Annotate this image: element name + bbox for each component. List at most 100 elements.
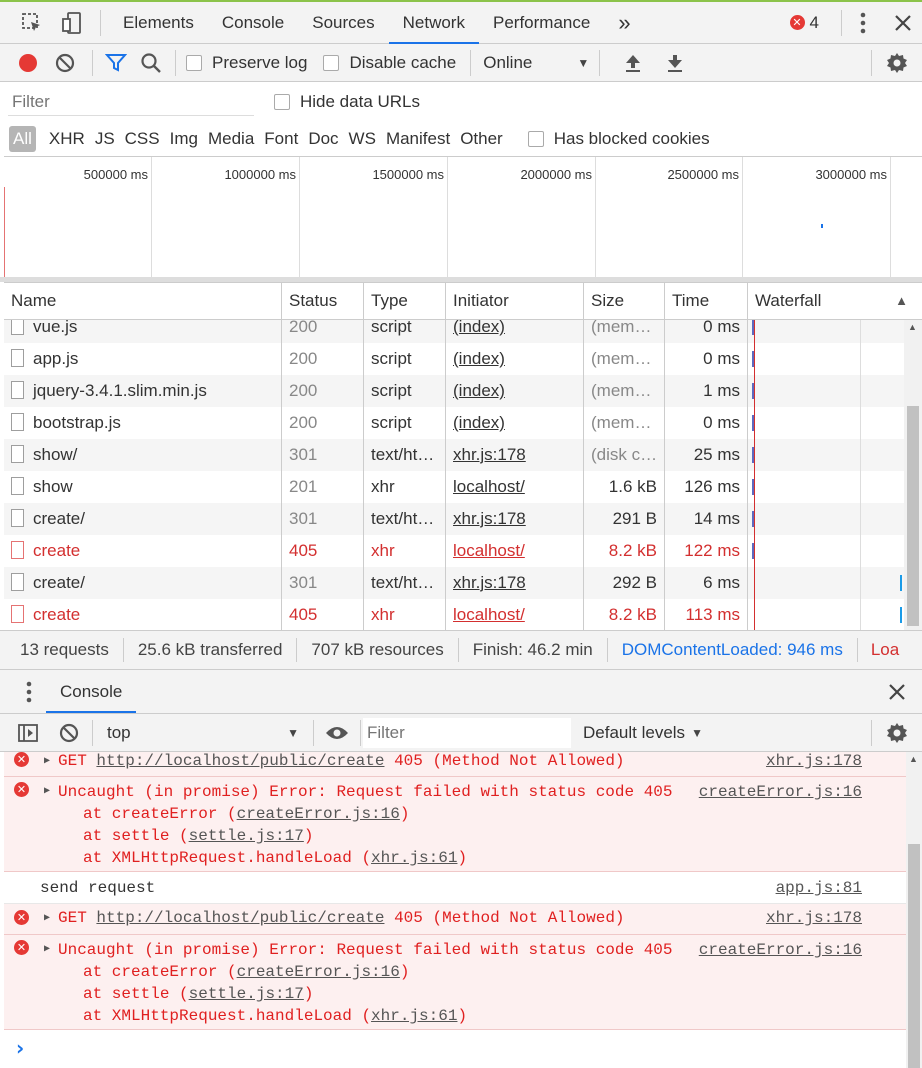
clear-icon[interactable] bbox=[44, 52, 86, 74]
cell-name[interactable]: bootstrap.js bbox=[4, 407, 282, 439]
cell-name[interactable]: app.js bbox=[4, 343, 282, 375]
throttle-select[interactable]: Online ▼ bbox=[471, 53, 589, 73]
column-header-status[interactable]: Status bbox=[282, 283, 364, 319]
stack-link[interactable]: xhr.js:61 bbox=[371, 849, 457, 867]
scrollbar-thumb[interactable] bbox=[908, 844, 920, 1068]
network-settings-gear-icon[interactable] bbox=[872, 52, 922, 74]
cell-initiator[interactable]: xhr.js:178 bbox=[446, 439, 584, 471]
error-count-badge[interactable]: ✕ 4 bbox=[789, 13, 819, 33]
cell-name[interactable]: show bbox=[4, 471, 282, 503]
type-filter-xhr[interactable]: XHR bbox=[44, 129, 90, 149]
type-filter-doc[interactable]: Doc bbox=[303, 129, 343, 149]
close-drawer-icon[interactable] bbox=[878, 683, 916, 701]
context-select[interactable]: top ▼ bbox=[93, 723, 313, 743]
log-levels-select[interactable]: Default levels ▼ bbox=[583, 723, 703, 743]
cell-name[interactable]: create bbox=[4, 599, 282, 630]
cell-name[interactable]: create/ bbox=[4, 503, 282, 535]
source-link[interactable]: xhr.js:178 bbox=[766, 752, 862, 772]
live-expression-eye-icon[interactable] bbox=[314, 725, 360, 741]
device-toggle-icon[interactable] bbox=[52, 11, 92, 35]
console-error-get-1[interactable]: ✕ ▶ GET http://localhost/public/create 4… bbox=[4, 752, 906, 777]
cell-initiator[interactable]: (index) bbox=[446, 343, 584, 375]
console-error-promise-2[interactable]: ✕ ▶ Uncaught (in promise) Error: Request… bbox=[4, 935, 906, 1030]
column-header-name[interactable]: Name bbox=[4, 283, 282, 319]
column-header-initiator[interactable]: Initiator bbox=[446, 283, 584, 319]
request-url-link[interactable]: http://localhost/public/create bbox=[96, 909, 384, 927]
scroll-up-icon[interactable]: ▲ bbox=[908, 322, 917, 332]
tab-performance[interactable]: Performance bbox=[479, 2, 604, 44]
type-filter-font[interactable]: Font bbox=[259, 129, 303, 149]
scroll-up-icon[interactable]: ▲ bbox=[909, 754, 918, 764]
drawer-tab-console[interactable]: Console bbox=[46, 671, 137, 713]
stack-link[interactable]: createError.js:16 bbox=[237, 805, 400, 823]
source-link[interactable]: xhr.js:178 bbox=[766, 904, 862, 932]
table-row[interactable]: create 405 xhr localhost/8.2 kB 113 ms bbox=[4, 599, 904, 630]
stack-link[interactable]: xhr.js:61 bbox=[371, 1007, 457, 1025]
type-filter-css[interactable]: CSS bbox=[120, 129, 165, 149]
hide-data-urls-checkbox[interactable] bbox=[274, 94, 290, 110]
inspect-element-icon[interactable] bbox=[12, 12, 52, 34]
more-tabs-button[interactable]: » bbox=[604, 2, 644, 44]
disable-cache-checkbox[interactable] bbox=[323, 54, 340, 71]
console-filter-input[interactable] bbox=[363, 717, 571, 748]
scrollbar-thumb[interactable] bbox=[907, 406, 919, 626]
has-blocked-cookies-checkbox[interactable] bbox=[527, 131, 544, 147]
table-row[interactable]: create/301 text/ht… xhr.js:178 292 B6 ms bbox=[4, 567, 904, 599]
tab-console[interactable]: Console bbox=[208, 2, 298, 44]
column-header-time[interactable]: Time bbox=[665, 283, 748, 319]
tab-network[interactable]: Network bbox=[388, 2, 479, 44]
type-filter-manifest[interactable]: Manifest bbox=[381, 129, 455, 149]
cell-name[interactable]: jquery-3.4.1.slim.min.js bbox=[4, 375, 282, 407]
table-row[interactable]: jquery-3.4.1.slim.min.js 200 script (index)… bbox=[4, 375, 904, 407]
kebab-menu-icon[interactable] bbox=[842, 12, 884, 34]
overview-timeline[interactable]: 500000 ms 1000000 ms 1500000 ms 2000000 … bbox=[4, 156, 922, 279]
table-row[interactable]: app.js 200 script (index) (mem… 0 ms bbox=[4, 343, 904, 375]
source-link[interactable]: createError.js:16 bbox=[699, 939, 862, 961]
console-scrollbar[interactable]: ▲ bbox=[906, 752, 922, 1068]
cell-name[interactable]: create bbox=[4, 535, 282, 567]
type-filter-ws[interactable]: WS bbox=[344, 129, 381, 149]
drawer-menu-icon[interactable] bbox=[12, 681, 46, 703]
source-link[interactable]: createError.js:16 bbox=[699, 781, 862, 803]
filter-icon[interactable] bbox=[99, 53, 133, 73]
cell-name[interactable]: create/ bbox=[4, 567, 282, 599]
source-link[interactable]: app.js:81 bbox=[776, 872, 862, 904]
cell-initiator[interactable]: (index) bbox=[446, 320, 584, 343]
tab-elements[interactable]: Elements bbox=[109, 2, 208, 44]
cell-initiator[interactable]: xhr.js:178 bbox=[446, 567, 584, 599]
console-sidebar-toggle-icon[interactable] bbox=[10, 723, 46, 743]
filter-input[interactable] bbox=[8, 88, 254, 116]
import-har-icon[interactable] bbox=[612, 53, 654, 73]
cell-initiator[interactable]: localhost/ bbox=[446, 535, 584, 567]
console-log-message[interactable]: send request app.js:81 bbox=[4, 872, 906, 904]
request-url-link[interactable]: http://localhost/public/create bbox=[96, 752, 384, 770]
cell-initiator[interactable]: xhr.js:178 bbox=[446, 503, 584, 535]
console-prompt[interactable]: › bbox=[4, 1032, 906, 1068]
column-header-waterfall[interactable]: Waterfall ▲ bbox=[748, 283, 922, 319]
preserve-log-checkbox[interactable] bbox=[186, 54, 202, 71]
type-filter-img[interactable]: Img bbox=[165, 129, 203, 149]
table-row[interactable]: show/301 text/ht… xhr.js:178 (disk c… 25 ms bbox=[4, 439, 904, 471]
cell-initiator[interactable]: (index) bbox=[446, 375, 584, 407]
close-devtools-icon[interactable] bbox=[884, 14, 922, 32]
tab-sources[interactable]: Sources bbox=[298, 2, 388, 44]
table-row[interactable]: show 201 xhr localhost/1.6 kB 126 ms bbox=[4, 471, 904, 503]
table-row[interactable]: bootstrap.js 200 script (index) (mem… 0 ms bbox=[4, 407, 904, 439]
cell-name[interactable]: show/ bbox=[4, 439, 282, 471]
cell-initiator[interactable]: localhost/ bbox=[446, 471, 584, 503]
record-button[interactable] bbox=[12, 53, 44, 73]
expand-triangle-icon[interactable]: ▶ bbox=[44, 781, 50, 803]
column-header-size[interactable]: Size bbox=[584, 283, 665, 319]
stack-link[interactable]: settle.js:17 bbox=[189, 985, 304, 1003]
type-filter-other[interactable]: Other bbox=[455, 129, 508, 149]
console-settings-gear-icon[interactable] bbox=[872, 722, 922, 744]
console-error-get-2[interactable]: ✕ ▶ GET http://localhost/public/create 4… bbox=[4, 904, 906, 935]
expand-triangle-icon[interactable]: ▶ bbox=[44, 752, 50, 773]
cell-name[interactable]: vue.js bbox=[4, 320, 282, 343]
table-row[interactable]: create/301 text/ht… xhr.js:178 291 B 14 ms bbox=[4, 503, 904, 535]
stack-link[interactable]: settle.js:17 bbox=[189, 827, 304, 845]
table-row[interactable]: create 405 xhr localhost/8.2 kB 122 ms bbox=[4, 535, 904, 567]
expand-triangle-icon[interactable]: ▶ bbox=[44, 939, 50, 961]
search-icon[interactable] bbox=[133, 52, 169, 74]
cell-initiator[interactable]: localhost/ bbox=[446, 599, 584, 630]
